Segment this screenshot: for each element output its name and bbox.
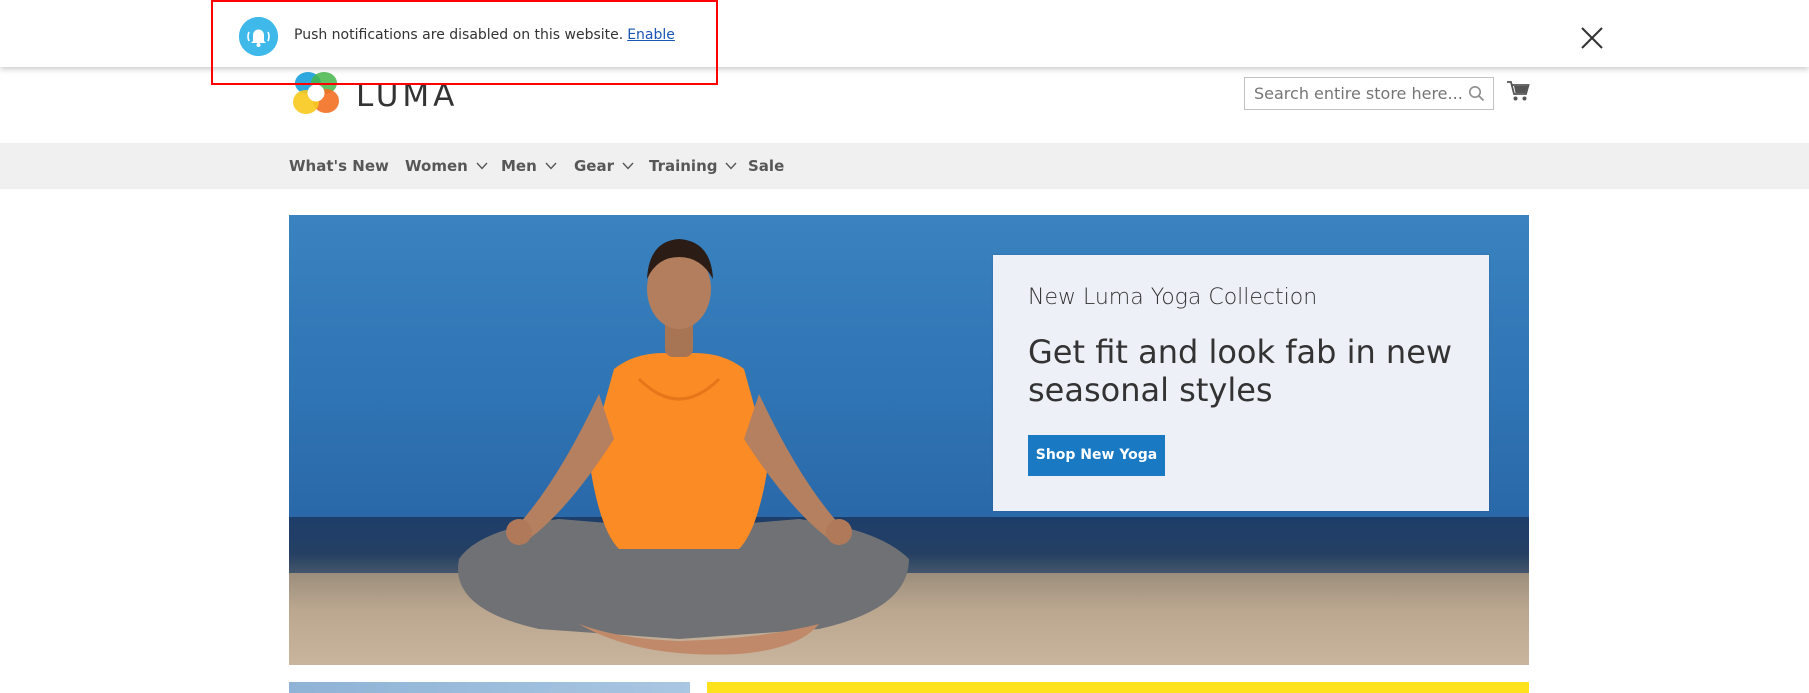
hero-title: Get fit and look fab in new seasonal sty… bbox=[1028, 333, 1453, 409]
hero-banner[interactable]: New Luma Yoga Collection Get fit and loo… bbox=[289, 215, 1529, 665]
nav-item-whats-new[interactable]: What's New bbox=[289, 143, 389, 189]
nav-item-label: Women bbox=[405, 157, 468, 175]
chevron-down-icon bbox=[545, 162, 557, 170]
nav-item-label: Training bbox=[649, 157, 718, 175]
nav-item-label: Gear bbox=[574, 157, 615, 175]
nav-item-training[interactable]: Training bbox=[649, 143, 738, 189]
chevron-down-icon bbox=[622, 162, 634, 170]
search-icon[interactable] bbox=[1468, 85, 1485, 102]
cart-icon[interactable] bbox=[1506, 80, 1530, 102]
main-navigation: What's New Women Men Gear Training Sale bbox=[0, 143, 1809, 189]
nav-item-men[interactable]: Men bbox=[501, 143, 557, 189]
nav-item-sale[interactable]: Sale bbox=[748, 143, 784, 189]
promo-tile-left[interactable] bbox=[289, 682, 690, 693]
nav-item-label: What's New bbox=[289, 157, 389, 175]
hero-promo-panel: New Luma Yoga Collection Get fit and loo… bbox=[993, 255, 1489, 511]
yoga-model-image bbox=[439, 229, 919, 665]
nav-item-label: Men bbox=[501, 157, 537, 175]
chevron-down-icon bbox=[476, 162, 488, 170]
promo-tile-right[interactable] bbox=[707, 682, 1529, 693]
search-box bbox=[1244, 77, 1494, 110]
hero-subtitle: New Luma Yoga Collection bbox=[1028, 285, 1318, 310]
nav-item-gear[interactable]: Gear bbox=[574, 143, 634, 189]
notification-highlight-frame bbox=[211, 0, 718, 85]
shop-new-yoga-button[interactable]: Shop New Yoga bbox=[1028, 435, 1165, 476]
chevron-down-icon bbox=[725, 162, 738, 170]
nav-item-women[interactable]: Women bbox=[405, 143, 488, 189]
nav-item-label: Sale bbox=[748, 157, 785, 175]
search-input[interactable] bbox=[1245, 78, 1465, 109]
close-icon[interactable] bbox=[1578, 24, 1606, 52]
